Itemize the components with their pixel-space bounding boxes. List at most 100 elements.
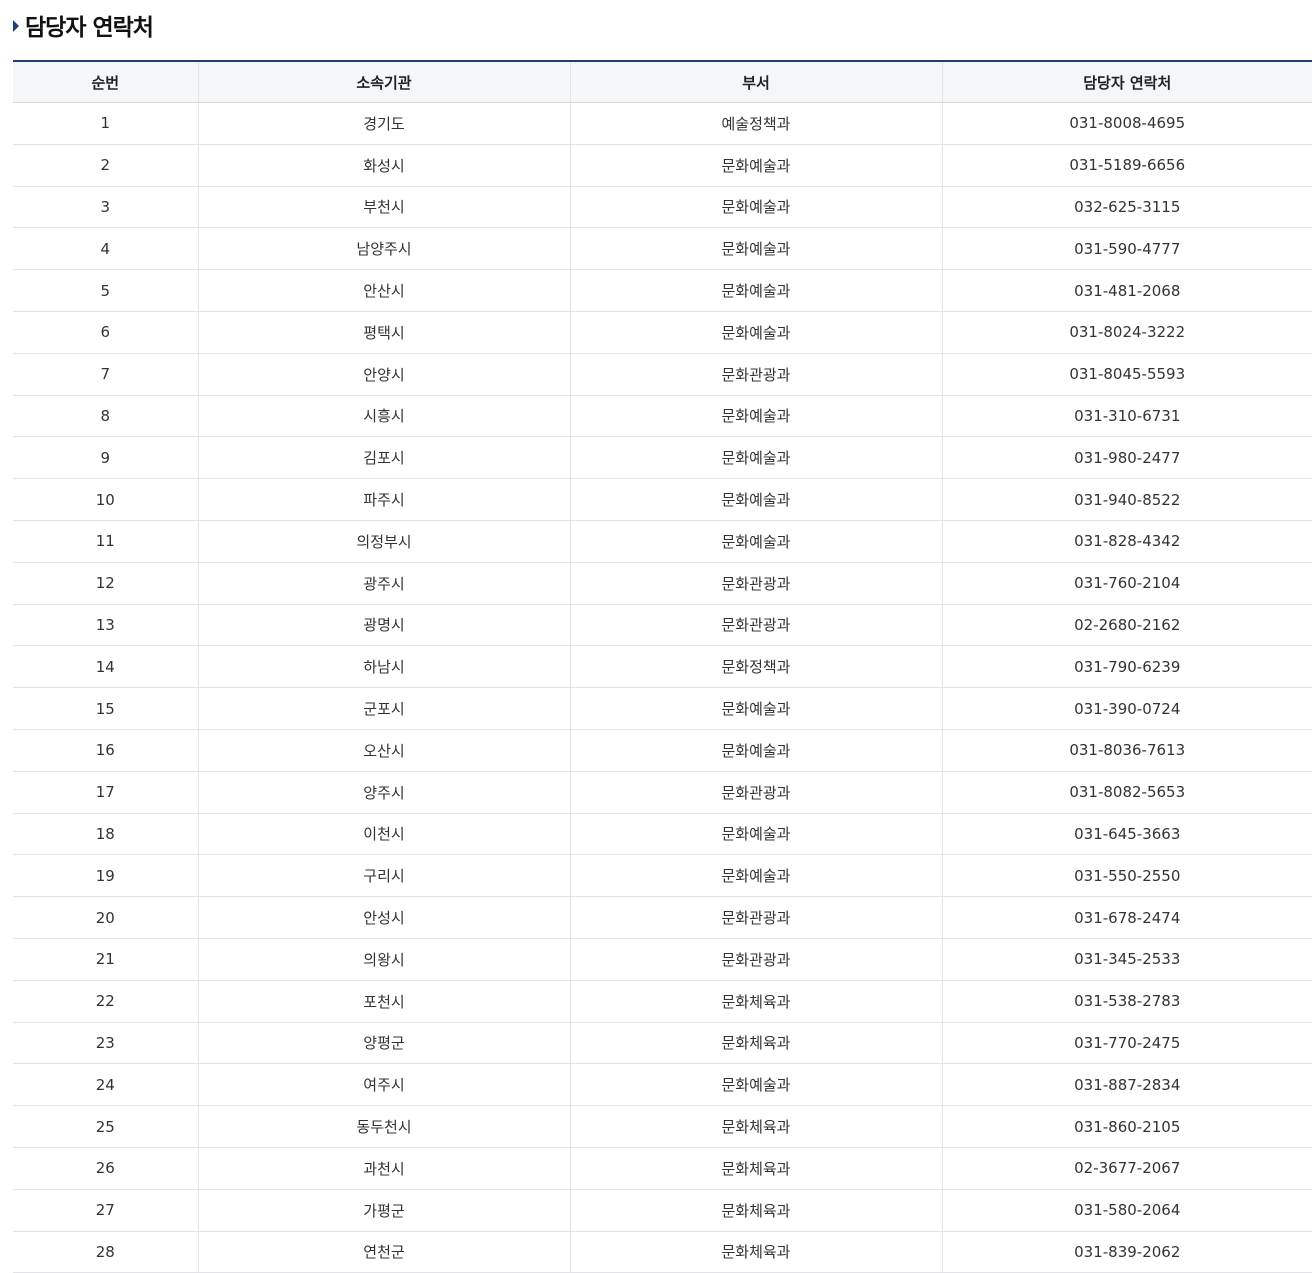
cell-contact: 031-790-6239 [941, 645, 1312, 689]
cell-organization: 광주시 [197, 562, 570, 605]
table-row: 9 김포시 문화예술과 031-980-2477 [13, 436, 1312, 480]
cell-number: 7 [13, 353, 198, 396]
cell-department: 문화예술과 [569, 478, 942, 521]
table-row: 21 의왕시 문화관광과 031-345-2533 [13, 938, 1312, 981]
cell-contact: 031-645-3663 [941, 813, 1312, 856]
contacts-table: 순번 소속기관 부서 담당자 연락처 1 경기도 예술정책과 031-8008-469… [13, 60, 1312, 1273]
cell-contact: 031-887-2834 [941, 1063, 1312, 1107]
cell-department: 문화체육과 [569, 1022, 942, 1065]
cell-number: 28 [13, 1231, 198, 1273]
table-row: 28 연천군 문화체육과 031-839-2062 [13, 1231, 1312, 1273]
cell-number: 12 [13, 562, 198, 605]
cell-department: 문화예술과 [569, 1063, 942, 1107]
table-row: 15 군포시 문화예술과 031-390-0724 [13, 687, 1312, 730]
cell-contact: 031-481-2068 [941, 269, 1312, 312]
cell-contact: 02-3677-2067 [941, 1147, 1312, 1190]
cell-organization: 이천시 [197, 813, 570, 856]
cell-organization: 포천시 [197, 980, 570, 1023]
cell-department: 문화예술과 [569, 186, 942, 229]
cell-contact: 031-538-2783 [941, 980, 1312, 1023]
cell-department: 예술정책과 [569, 102, 942, 145]
cell-contact: 031-590-4777 [941, 227, 1312, 271]
cell-organization: 부천시 [197, 186, 570, 229]
cell-department: 문화예술과 [569, 436, 942, 480]
cell-department: 문화체육과 [569, 1189, 942, 1232]
table-row: 16 오산시 문화예술과 031-8036-7613 [13, 729, 1312, 772]
cell-contact: 031-839-2062 [941, 1231, 1312, 1273]
cell-department: 문화예술과 [569, 813, 942, 856]
cell-organization: 구리시 [197, 854, 570, 898]
cell-contact: 031-8036-7613 [941, 729, 1312, 772]
cell-department: 문화예술과 [569, 687, 942, 730]
cell-organization: 오산시 [197, 729, 570, 772]
cell-number: 19 [13, 854, 198, 898]
table-row: 10 파주시 문화예술과 031-940-8522 [13, 478, 1312, 521]
table-row: 14 하남시 문화정책과 031-790-6239 [13, 645, 1312, 689]
cell-department: 문화예술과 [569, 395, 942, 438]
table-row: 7 안양시 문화관광과 031-8045-5593 [13, 353, 1312, 396]
cell-organization: 의왕시 [197, 938, 570, 981]
cell-contact: 031-5189-6656 [941, 144, 1312, 187]
cell-number: 9 [13, 436, 198, 480]
cell-department: 문화체육과 [569, 1105, 942, 1148]
table-row: 1 경기도 예술정책과 031-8008-4695 [13, 102, 1312, 145]
cell-organization: 가평군 [197, 1189, 570, 1232]
section-header: 담당자 연락처 [13, 8, 154, 42]
column-header-contact: 담당자 연락처 [941, 61, 1312, 103]
cell-department: 문화관광과 [569, 562, 942, 605]
table-body: 1 경기도 예술정책과 031-8008-4695 2 화성시 문화예술과 031-5189-… [13, 102, 1312, 1273]
cell-department: 문화예술과 [569, 311, 942, 354]
cell-contact: 031-390-0724 [941, 687, 1312, 730]
table-row: 3 부천시 문화예술과 032-625-3115 [13, 186, 1312, 229]
cell-organization: 파주시 [197, 478, 570, 521]
cell-number: 11 [13, 520, 198, 563]
cell-department: 문화정책과 [569, 645, 942, 689]
cell-number: 1 [13, 102, 198, 145]
cell-organization: 광명시 [197, 604, 570, 647]
cell-department: 문화관광과 [569, 353, 942, 396]
table-row: 12 광주시 문화관광과 031-760-2104 [13, 562, 1312, 605]
cell-number: 2 [13, 144, 198, 187]
table-row: 5 안산시 문화예술과 031-481-2068 [13, 269, 1312, 312]
column-header-organization: 소속기관 [197, 61, 570, 103]
table-row: 26 과천시 문화체육과 02-3677-2067 [13, 1147, 1312, 1190]
cell-number: 21 [13, 938, 198, 981]
cell-number: 3 [13, 186, 198, 229]
cell-organization: 하남시 [197, 645, 570, 689]
cell-organization: 연천군 [197, 1231, 570, 1273]
table-row: 22 포천시 문화체육과 031-538-2783 [13, 980, 1312, 1023]
cell-department: 문화관광과 [569, 771, 942, 814]
cell-contact: 031-940-8522 [941, 478, 1312, 521]
cell-number: 27 [13, 1189, 198, 1232]
cell-department: 문화관광과 [569, 896, 942, 939]
cell-organization: 김포시 [197, 436, 570, 480]
table-row: 8 시흥시 문화예술과 031-310-6731 [13, 395, 1312, 438]
cell-contact: 031-678-2474 [941, 896, 1312, 939]
cell-department: 문화체육과 [569, 1147, 942, 1190]
cell-department: 문화예술과 [569, 520, 942, 563]
cell-contact: 031-828-4342 [941, 520, 1312, 563]
table-row: 6 평택시 문화예술과 031-8024-3222 [13, 311, 1312, 354]
cell-department: 문화예술과 [569, 144, 942, 187]
cell-contact: 031-8008-4695 [941, 102, 1312, 145]
cell-department: 문화예술과 [569, 227, 942, 271]
cell-organization: 군포시 [197, 687, 570, 730]
cell-number: 15 [13, 687, 198, 730]
cell-number: 10 [13, 478, 198, 521]
cell-organization: 시흥시 [197, 395, 570, 438]
cell-number: 23 [13, 1022, 198, 1065]
table-row: 20 안성시 문화관광과 031-678-2474 [13, 896, 1312, 939]
cell-contact: 02-2680-2162 [941, 604, 1312, 647]
cell-organization: 안산시 [197, 269, 570, 312]
cell-contact: 031-580-2064 [941, 1189, 1312, 1232]
contacts-table-container: 순번 소속기관 부서 담당자 연락처 1 경기도 예술정책과 031-8008-469… [13, 60, 1312, 1273]
cell-number: 16 [13, 729, 198, 772]
table-row: 13 광명시 문화관광과 02-2680-2162 [13, 604, 1312, 647]
cell-organization: 양주시 [197, 771, 570, 814]
cell-organization: 남양주시 [197, 227, 570, 271]
cell-number: 25 [13, 1105, 198, 1148]
cell-department: 문화체육과 [569, 1231, 942, 1273]
table-row: 11 의정부시 문화예술과 031-828-4342 [13, 520, 1312, 563]
table-row: 27 가평군 문화체육과 031-580-2064 [13, 1189, 1312, 1232]
cell-contact: 031-345-2533 [941, 938, 1312, 981]
